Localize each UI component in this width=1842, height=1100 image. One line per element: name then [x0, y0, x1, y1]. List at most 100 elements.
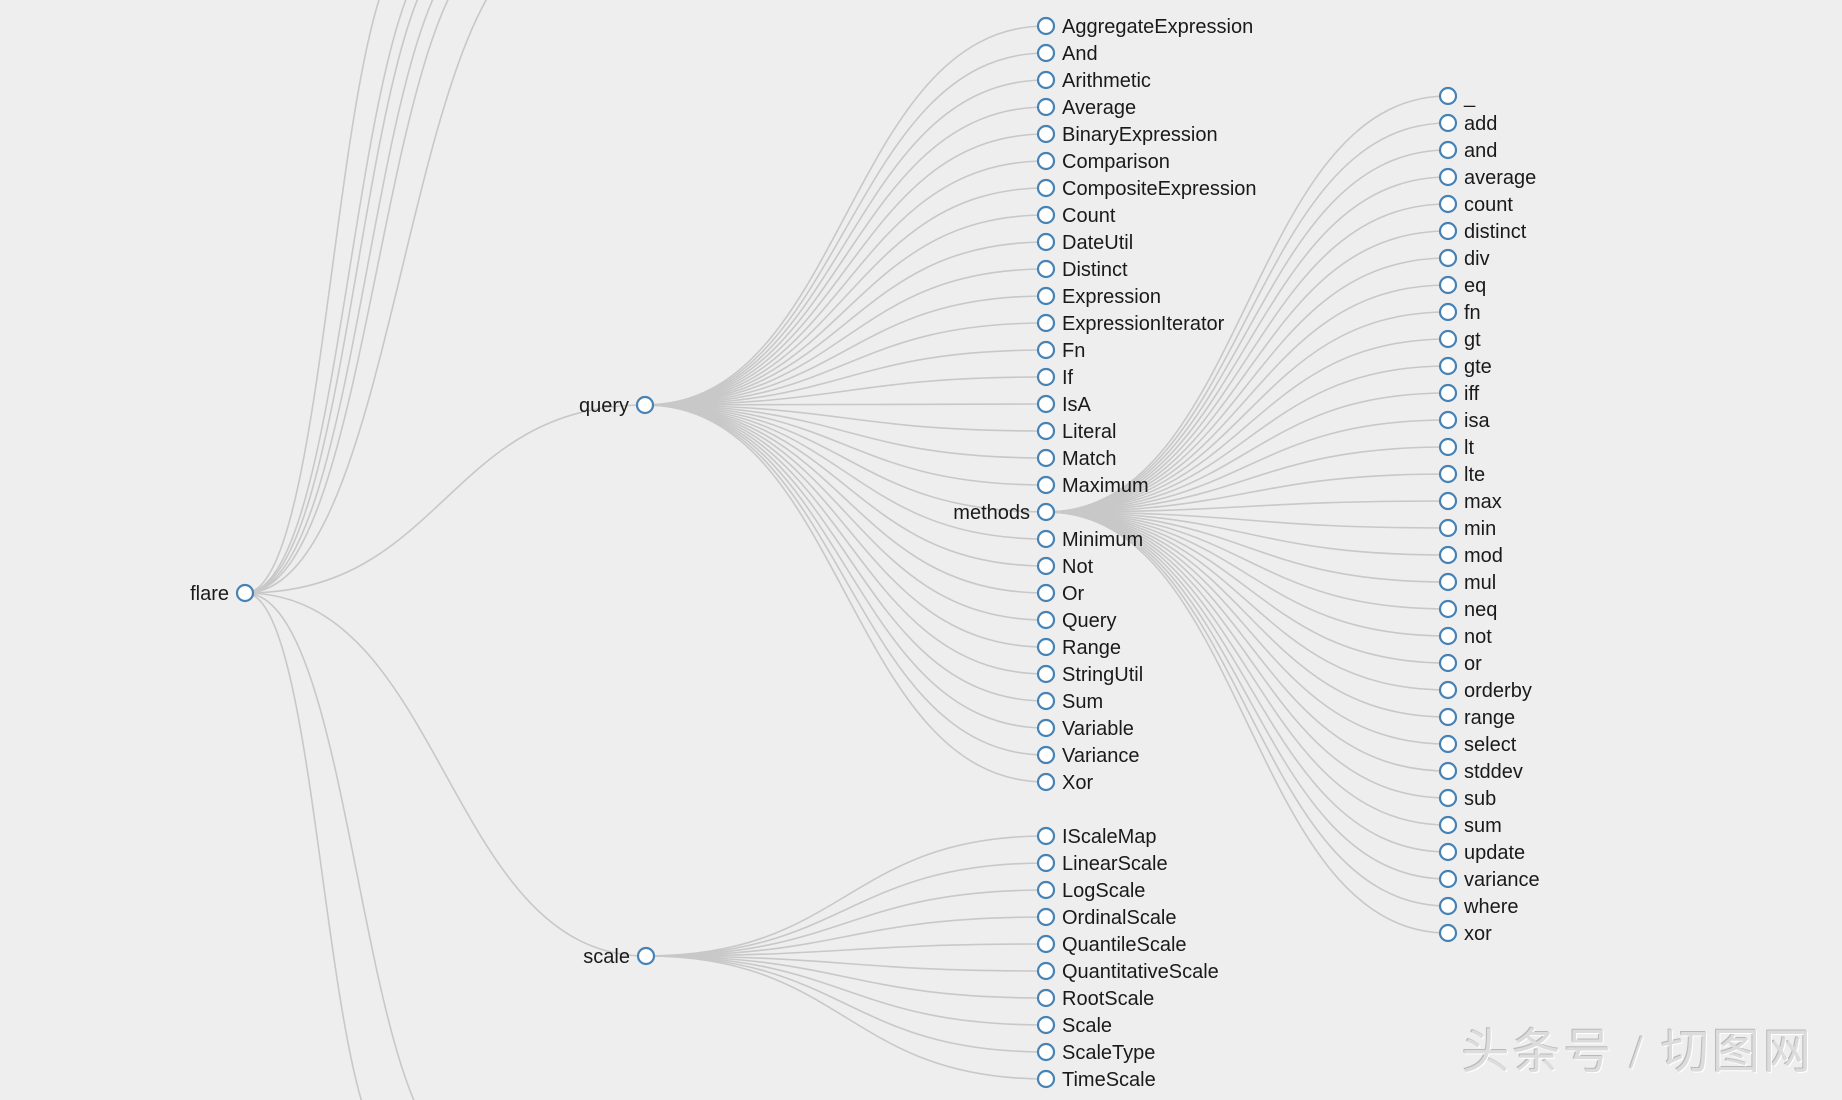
- tree-node-query[interactable]: query: [579, 395, 655, 417]
- tree-node-q_CompositeExpression[interactable]: CompositeExpression: [1036, 178, 1257, 200]
- node-circle-icon[interactable]: [1438, 383, 1458, 403]
- node-circle-icon[interactable]: [1036, 232, 1056, 252]
- tree-node-m_min[interactable]: min: [1438, 518, 1496, 540]
- node-circle-icon[interactable]: [1036, 583, 1056, 603]
- node-circle-icon[interactable]: [1036, 70, 1056, 90]
- node-circle-icon[interactable]: [1438, 626, 1458, 646]
- tree-node-m_select[interactable]: select: [1438, 734, 1517, 756]
- node-circle-icon[interactable]: [1036, 718, 1056, 738]
- node-circle-icon[interactable]: [1438, 275, 1458, 295]
- node-circle-icon[interactable]: [1438, 734, 1458, 754]
- node-circle-icon[interactable]: [1438, 140, 1458, 160]
- node-circle-icon[interactable]: [1036, 178, 1056, 198]
- node-circle-icon[interactable]: [1438, 302, 1458, 322]
- tree-node-q_Comparison[interactable]: Comparison: [1036, 151, 1170, 173]
- tree-node-q_ExpressionIterator[interactable]: ExpressionIterator: [1036, 313, 1225, 335]
- tree-node-s_Scale[interactable]: Scale: [1036, 1015, 1112, 1037]
- node-circle-icon[interactable]: [1036, 1042, 1056, 1062]
- tree-node-m_not[interactable]: not: [1438, 626, 1492, 648]
- node-circle-icon[interactable]: [1438, 356, 1458, 376]
- tree-node-s_IScaleMap[interactable]: IScaleMap: [1036, 826, 1157, 848]
- node-circle-icon[interactable]: [1438, 194, 1458, 214]
- node-circle-icon[interactable]: [1438, 248, 1458, 268]
- node-circle-icon[interactable]: [1438, 896, 1458, 916]
- tree-node-m_xor[interactable]: xor: [1438, 923, 1492, 945]
- node-circle-icon[interactable]: [1036, 97, 1056, 117]
- tree-node-m_range[interactable]: range: [1438, 707, 1515, 729]
- tree-node-q_Fn[interactable]: Fn: [1036, 340, 1085, 362]
- node-circle-icon[interactable]: [1438, 842, 1458, 862]
- node-circle-icon[interactable]: [1036, 529, 1056, 549]
- node-circle-icon[interactable]: [1438, 167, 1458, 187]
- tree-node-q_Maximum[interactable]: Maximum: [1036, 475, 1149, 497]
- node-circle-icon[interactable]: [235, 583, 255, 603]
- node-circle-icon[interactable]: [1438, 329, 1458, 349]
- node-circle-icon[interactable]: [1036, 637, 1056, 657]
- tree-node-m_gt[interactable]: gt: [1438, 329, 1481, 351]
- node-circle-icon[interactable]: [1438, 599, 1458, 619]
- node-circle-icon[interactable]: [1438, 437, 1458, 457]
- node-circle-icon[interactable]: [1438, 113, 1458, 133]
- tree-node-m_distinct[interactable]: distinct: [1438, 221, 1527, 243]
- tree-node-m_gte[interactable]: gte: [1438, 356, 1492, 378]
- tree-node-s_ScaleType[interactable]: ScaleType: [1036, 1042, 1155, 1064]
- node-circle-icon[interactable]: [1438, 761, 1458, 781]
- node-circle-icon[interactable]: [1036, 1069, 1056, 1089]
- tree-node-m__[interactable]: _: [1438, 86, 1476, 108]
- tree-node-q_Not[interactable]: Not: [1036, 556, 1094, 578]
- node-circle-icon[interactable]: [1036, 367, 1056, 387]
- tree-node-m_count[interactable]: count: [1438, 194, 1513, 216]
- node-circle-icon[interactable]: [1438, 707, 1458, 727]
- node-circle-icon[interactable]: [1438, 464, 1458, 484]
- node-circle-icon[interactable]: [1036, 745, 1056, 765]
- node-circle-icon[interactable]: [1036, 961, 1056, 981]
- tree-node-q_DateUtil[interactable]: DateUtil: [1036, 232, 1133, 254]
- node-circle-icon[interactable]: [1438, 869, 1458, 889]
- tree-node-q_Average[interactable]: Average: [1036, 97, 1136, 119]
- node-circle-icon[interactable]: [1036, 853, 1056, 873]
- tree-node-q_Literal[interactable]: Literal: [1036, 421, 1116, 443]
- node-circle-icon[interactable]: [1036, 988, 1056, 1008]
- tree-node-q_Or[interactable]: Or: [1036, 583, 1085, 605]
- node-circle-icon[interactable]: [1036, 394, 1056, 414]
- tree-node-scale[interactable]: scale: [583, 946, 656, 968]
- tree-node-s_LinearScale[interactable]: LinearScale: [1036, 853, 1168, 875]
- tree-visualization[interactable]: flare query scale AggregateExpression And Ari…: [0, 0, 1842, 1100]
- node-circle-icon[interactable]: [1036, 880, 1056, 900]
- node-circle-icon[interactable]: [1438, 518, 1458, 538]
- node-circle-icon[interactable]: [1438, 491, 1458, 511]
- node-circle-icon[interactable]: [1036, 340, 1056, 360]
- node-circle-icon[interactable]: [1036, 934, 1056, 954]
- tree-node-m_div[interactable]: div: [1438, 248, 1490, 270]
- tree-node-q_And[interactable]: And: [1036, 43, 1098, 65]
- node-circle-icon[interactable]: [1036, 610, 1056, 630]
- tree-node-m_variance[interactable]: variance: [1438, 869, 1540, 891]
- node-circle-icon[interactable]: [1438, 86, 1458, 106]
- node-circle-icon[interactable]: [1438, 221, 1458, 241]
- node-circle-icon[interactable]: [1036, 259, 1056, 279]
- node-circle-icon[interactable]: [1036, 151, 1056, 171]
- tree-node-s_QuantileScale[interactable]: QuantileScale: [1036, 934, 1187, 956]
- node-circle-icon[interactable]: [1438, 410, 1458, 430]
- node-circle-icon[interactable]: [1036, 43, 1056, 63]
- tree-node-q_AggregateExpression[interactable]: AggregateExpression: [1036, 16, 1253, 38]
- node-circle-icon[interactable]: [1036, 124, 1056, 144]
- tree-node-m_neq[interactable]: neq: [1438, 599, 1497, 621]
- node-circle-icon[interactable]: [1036, 691, 1056, 711]
- tree-node-q_If[interactable]: If: [1036, 367, 1074, 389]
- node-circle-icon[interactable]: [1438, 545, 1458, 565]
- tree-node-m_orderby[interactable]: orderby: [1438, 680, 1532, 702]
- tree-node-m_sum[interactable]: sum: [1438, 815, 1502, 837]
- tree-node-q_Xor[interactable]: Xor: [1036, 772, 1093, 794]
- tree-node-q_Expression[interactable]: Expression: [1036, 286, 1161, 308]
- tree-node-q_BinaryExpression[interactable]: BinaryExpression: [1036, 124, 1218, 146]
- tree-node-m_average[interactable]: average: [1438, 167, 1536, 189]
- tree-node-m_update[interactable]: update: [1438, 842, 1525, 864]
- tree-node-s_QuantitativeScale[interactable]: QuantitativeScale: [1036, 961, 1219, 983]
- tree-node-q_Count[interactable]: Count: [1036, 205, 1116, 227]
- tree-node-m_add[interactable]: add: [1438, 113, 1497, 135]
- tree-node-q_Range[interactable]: Range: [1036, 637, 1121, 659]
- node-circle-icon[interactable]: [635, 395, 655, 415]
- tree-node-s_TimeScale[interactable]: TimeScale: [1036, 1069, 1156, 1091]
- tree-node-m_stddev[interactable]: stddev: [1438, 761, 1523, 783]
